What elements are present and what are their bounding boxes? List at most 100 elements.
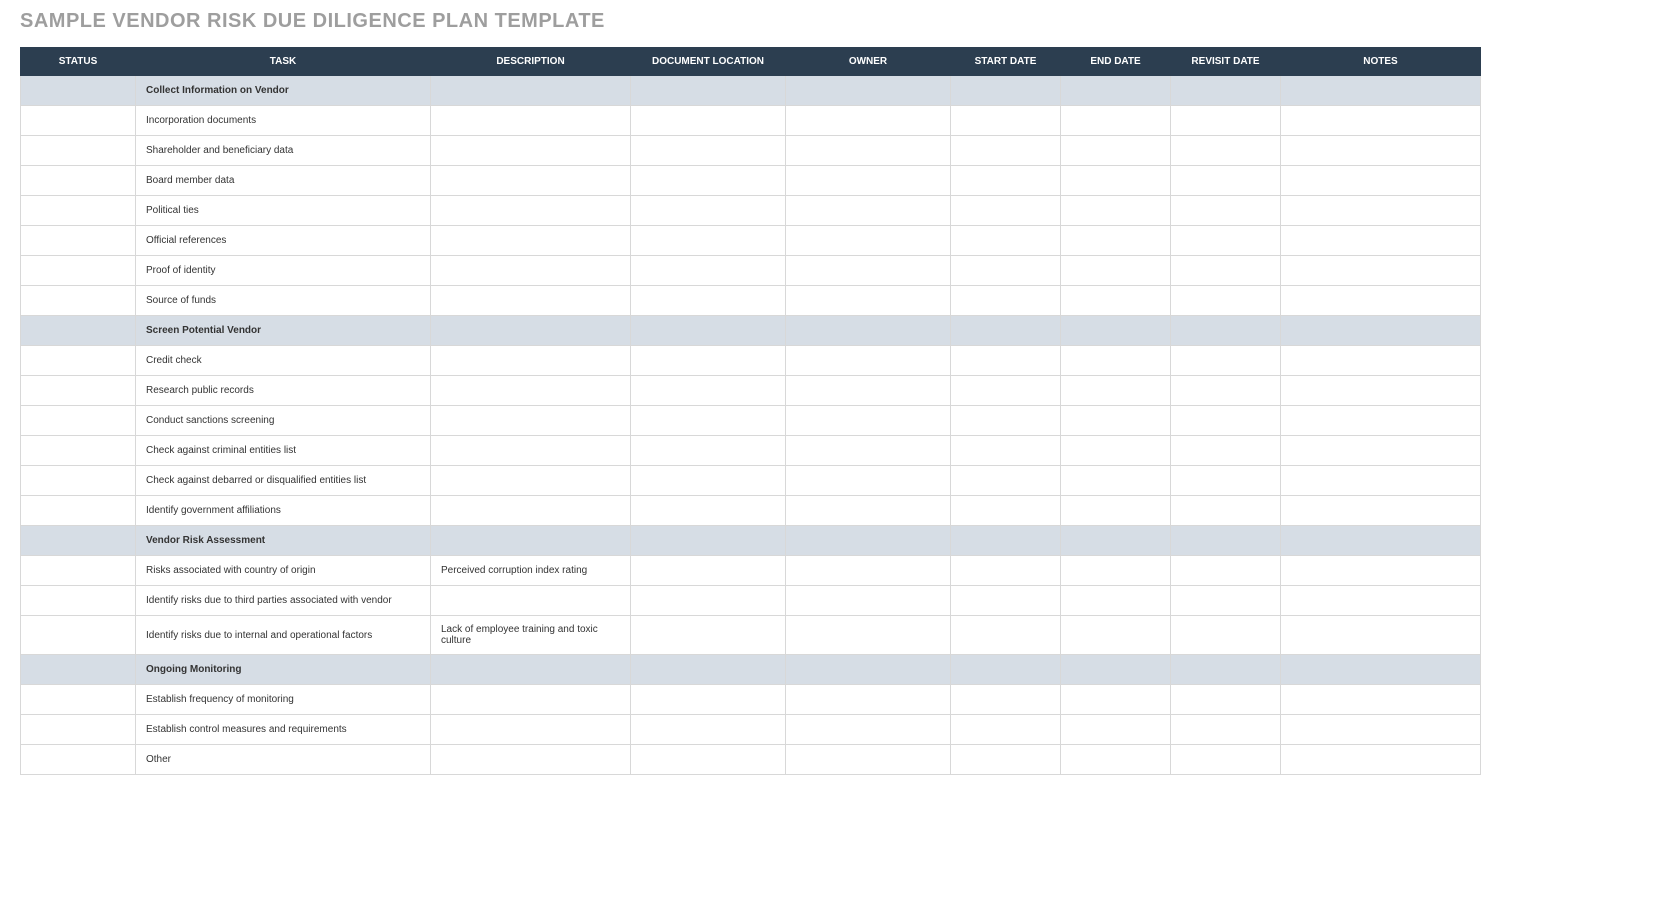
cell-end_date[interactable] xyxy=(1061,136,1171,166)
cell-revisit_date[interactable] xyxy=(1171,685,1281,715)
cell-doc_location[interactable] xyxy=(631,406,786,436)
cell-doc_location[interactable] xyxy=(631,526,786,556)
cell-end_date[interactable] xyxy=(1061,745,1171,775)
cell-task[interactable]: Official references xyxy=(136,226,431,256)
cell-revisit_date[interactable] xyxy=(1171,76,1281,106)
cell-description[interactable]: Perceived corruption index rating xyxy=(431,556,631,586)
cell-notes[interactable] xyxy=(1281,586,1481,616)
cell-revisit_date[interactable] xyxy=(1171,316,1281,346)
cell-description[interactable] xyxy=(431,655,631,685)
cell-end_date[interactable] xyxy=(1061,226,1171,256)
cell-task[interactable]: Political ties xyxy=(136,196,431,226)
cell-end_date[interactable] xyxy=(1061,286,1171,316)
cell-doc_location[interactable] xyxy=(631,346,786,376)
cell-task[interactable]: Ongoing Monitoring xyxy=(136,655,431,685)
cell-description[interactable] xyxy=(431,715,631,745)
cell-revisit_date[interactable] xyxy=(1171,436,1281,466)
cell-notes[interactable] xyxy=(1281,286,1481,316)
cell-owner[interactable] xyxy=(786,685,951,715)
cell-doc_location[interactable] xyxy=(631,556,786,586)
cell-owner[interactable] xyxy=(786,316,951,346)
cell-end_date[interactable] xyxy=(1061,406,1171,436)
cell-end_date[interactable] xyxy=(1061,436,1171,466)
cell-doc_location[interactable] xyxy=(631,616,786,655)
cell-status[interactable] xyxy=(21,496,136,526)
cell-owner[interactable] xyxy=(786,556,951,586)
cell-end_date[interactable] xyxy=(1061,526,1171,556)
cell-status[interactable] xyxy=(21,136,136,166)
cell-end_date[interactable] xyxy=(1061,466,1171,496)
cell-status[interactable] xyxy=(21,556,136,586)
cell-status[interactable] xyxy=(21,655,136,685)
cell-doc_location[interactable] xyxy=(631,436,786,466)
cell-revisit_date[interactable] xyxy=(1171,586,1281,616)
cell-owner[interactable] xyxy=(786,526,951,556)
cell-notes[interactable] xyxy=(1281,655,1481,685)
cell-task[interactable]: Research public records xyxy=(136,376,431,406)
cell-start_date[interactable] xyxy=(951,76,1061,106)
cell-status[interactable] xyxy=(21,226,136,256)
cell-notes[interactable] xyxy=(1281,556,1481,586)
cell-start_date[interactable] xyxy=(951,376,1061,406)
cell-revisit_date[interactable] xyxy=(1171,496,1281,526)
cell-end_date[interactable] xyxy=(1061,256,1171,286)
cell-notes[interactable] xyxy=(1281,106,1481,136)
cell-start_date[interactable] xyxy=(951,286,1061,316)
cell-owner[interactable] xyxy=(786,76,951,106)
cell-status[interactable] xyxy=(21,166,136,196)
cell-notes[interactable] xyxy=(1281,496,1481,526)
cell-status[interactable] xyxy=(21,526,136,556)
cell-task[interactable]: Collect Information on Vendor xyxy=(136,76,431,106)
cell-owner[interactable] xyxy=(786,466,951,496)
cell-start_date[interactable] xyxy=(951,526,1061,556)
cell-task[interactable]: Other xyxy=(136,745,431,775)
cell-doc_location[interactable] xyxy=(631,715,786,745)
cell-description[interactable] xyxy=(431,685,631,715)
cell-description[interactable] xyxy=(431,106,631,136)
cell-status[interactable] xyxy=(21,376,136,406)
cell-doc_location[interactable] xyxy=(631,496,786,526)
cell-notes[interactable] xyxy=(1281,196,1481,226)
cell-revisit_date[interactable] xyxy=(1171,346,1281,376)
cell-doc_location[interactable] xyxy=(631,376,786,406)
cell-description[interactable] xyxy=(431,136,631,166)
cell-task[interactable]: Establish control measures and requireme… xyxy=(136,715,431,745)
cell-owner[interactable] xyxy=(786,715,951,745)
cell-description[interactable]: Lack of employee training and toxic cult… xyxy=(431,616,631,655)
cell-task[interactable]: Incorporation documents xyxy=(136,106,431,136)
cell-revisit_date[interactable] xyxy=(1171,655,1281,685)
cell-start_date[interactable] xyxy=(951,715,1061,745)
cell-start_date[interactable] xyxy=(951,226,1061,256)
cell-notes[interactable] xyxy=(1281,316,1481,346)
cell-owner[interactable] xyxy=(786,586,951,616)
cell-notes[interactable] xyxy=(1281,436,1481,466)
cell-description[interactable] xyxy=(431,436,631,466)
cell-task[interactable]: Shareholder and beneficiary data xyxy=(136,136,431,166)
cell-notes[interactable] xyxy=(1281,616,1481,655)
cell-description[interactable] xyxy=(431,316,631,346)
cell-description[interactable] xyxy=(431,745,631,775)
cell-end_date[interactable] xyxy=(1061,586,1171,616)
cell-status[interactable] xyxy=(21,616,136,655)
cell-start_date[interactable] xyxy=(951,196,1061,226)
cell-end_date[interactable] xyxy=(1061,106,1171,136)
cell-end_date[interactable] xyxy=(1061,76,1171,106)
cell-start_date[interactable] xyxy=(951,316,1061,346)
cell-start_date[interactable] xyxy=(951,655,1061,685)
cell-revisit_date[interactable] xyxy=(1171,256,1281,286)
cell-end_date[interactable] xyxy=(1061,196,1171,226)
cell-start_date[interactable] xyxy=(951,685,1061,715)
cell-description[interactable] xyxy=(431,196,631,226)
cell-start_date[interactable] xyxy=(951,136,1061,166)
cell-revisit_date[interactable] xyxy=(1171,106,1281,136)
cell-task[interactable]: Establish frequency of monitoring xyxy=(136,685,431,715)
cell-end_date[interactable] xyxy=(1061,616,1171,655)
cell-owner[interactable] xyxy=(786,745,951,775)
cell-doc_location[interactable] xyxy=(631,256,786,286)
cell-end_date[interactable] xyxy=(1061,556,1171,586)
cell-start_date[interactable] xyxy=(951,166,1061,196)
cell-description[interactable] xyxy=(431,406,631,436)
cell-owner[interactable] xyxy=(786,256,951,286)
cell-description[interactable] xyxy=(431,376,631,406)
cell-owner[interactable] xyxy=(786,106,951,136)
